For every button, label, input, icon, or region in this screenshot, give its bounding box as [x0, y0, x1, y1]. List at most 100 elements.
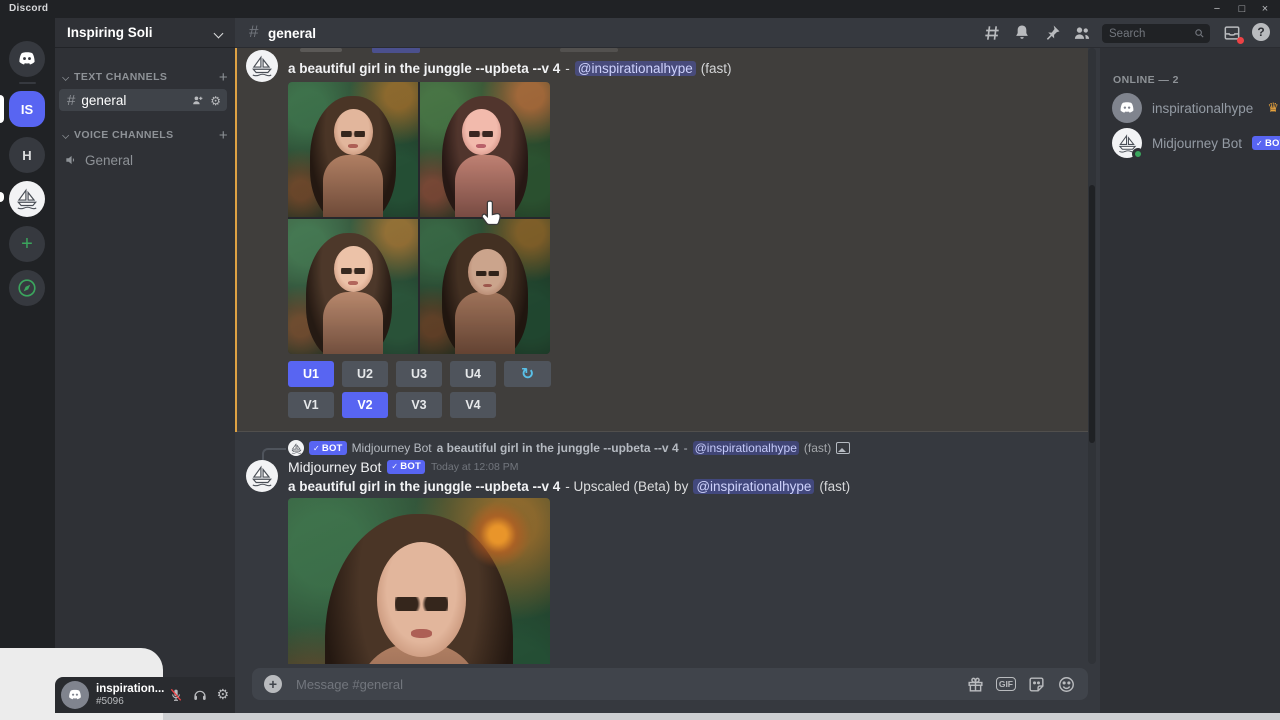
- reroll-button[interactable]: [504, 361, 551, 387]
- text-channels-section[interactable]: TEXT CHANNELS: [62, 70, 228, 84]
- discord-logo-icon: [65, 685, 85, 705]
- prompt-text: a beautiful girl in the junggle --upbeta…: [288, 61, 560, 76]
- grid-image-quadrant-2[interactable]: [420, 82, 550, 217]
- member-name: Midjourney Bot: [1152, 136, 1242, 151]
- window-minimize-button[interactable]: [1206, 0, 1228, 18]
- avatar[interactable]: [246, 50, 278, 82]
- discord-logo-icon: [14, 46, 40, 72]
- upscale-button-u2[interactable]: U2: [342, 361, 388, 387]
- variation-button-v3[interactable]: V3: [396, 392, 442, 418]
- sidebar-item-general[interactable]: general: [59, 89, 227, 111]
- fast-label: (fast): [819, 479, 850, 494]
- grid-image-quadrant-4[interactable]: [420, 219, 550, 354]
- explore-servers-button[interactable]: [9, 270, 45, 306]
- hash-icon: [67, 92, 75, 109]
- channel-header: general: [235, 18, 1280, 48]
- sailboat-icon: [249, 463, 275, 489]
- image-attachment-icon: [836, 442, 850, 454]
- emoji-icon[interactable]: [1057, 675, 1076, 694]
- server-icon-h[interactable]: H: [9, 137, 45, 173]
- attach-plus-icon[interactable]: [264, 675, 282, 693]
- reply-preview-text: a beautiful girl in the junggle --upbeta…: [437, 441, 679, 455]
- avatar[interactable]: [246, 460, 278, 492]
- sailboat-icon: [290, 442, 303, 455]
- user-panel[interactable]: inspiration... #5096: [55, 677, 235, 713]
- midjourney-grid-image[interactable]: [288, 82, 550, 354]
- variation-button-v2[interactable]: V2: [342, 392, 388, 418]
- notifications-bell-icon[interactable]: [1012, 23, 1032, 43]
- member-list-toggle-icon[interactable]: [1072, 23, 1092, 43]
- create-channel-button[interactable]: [219, 69, 228, 86]
- mention-pill[interactable]: @inspirationalhype: [693, 441, 799, 455]
- upscale-button-u4[interactable]: U4: [450, 361, 496, 387]
- threads-icon[interactable]: [982, 23, 1002, 43]
- grid-image-quadrant-1[interactable]: [288, 82, 418, 217]
- window-maximize-button[interactable]: [1231, 0, 1253, 18]
- avatar[interactable]: [61, 681, 89, 709]
- message-divider: [237, 431, 1088, 432]
- sticker-icon[interactable]: [1027, 675, 1046, 694]
- section-label: VOICE CHANNELS: [74, 129, 174, 141]
- search-input[interactable]: [1107, 27, 1194, 41]
- bot-badge: BOT: [309, 441, 347, 455]
- author-name[interactable]: Midjourney Bot: [288, 459, 381, 475]
- server-icon-inspiring-soli[interactable]: IS: [9, 91, 45, 127]
- voice-channels-section[interactable]: VOICE CHANNELS: [62, 128, 228, 142]
- upscale-button-u3[interactable]: U3: [396, 361, 442, 387]
- reply-reference[interactable]: BOT Midjourney Bot a beautiful girl in t…: [288, 440, 850, 456]
- add-server-button[interactable]: [9, 226, 45, 262]
- chevron-down-icon: [63, 132, 69, 138]
- member-midjourney-bot[interactable]: Midjourney Bot BOT: [1108, 125, 1272, 161]
- server-rail: IS H: [0, 18, 55, 720]
- selected-server-pill: [0, 95, 4, 123]
- variation-button-v4[interactable]: V4: [450, 392, 496, 418]
- help-icon[interactable]: [1252, 23, 1272, 43]
- separator-text: -: [684, 441, 688, 455]
- server-icon-midjourney[interactable]: [9, 181, 45, 217]
- upscale-button-u1[interactable]: U1: [288, 361, 334, 387]
- upscaled-image[interactable]: [288, 498, 550, 664]
- channel-title: general: [268, 26, 316, 41]
- server-header[interactable]: Inspiring Soli: [55, 18, 235, 48]
- server-name: Inspiring Soli: [67, 25, 153, 40]
- reply-author: Midjourney Bot: [352, 441, 432, 455]
- create-channel-button[interactable]: [219, 127, 228, 144]
- member-name: inspirationalhype: [1152, 101, 1253, 116]
- grid-image-quadrant-3[interactable]: [288, 219, 418, 354]
- invite-people-icon[interactable]: [191, 94, 204, 107]
- sidebar-item-voice-general[interactable]: General: [62, 150, 222, 170]
- avatar: [1112, 93, 1142, 123]
- gif-picker-icon[interactable]: GIF: [996, 677, 1016, 692]
- discord-logo-icon: [1116, 97, 1138, 119]
- clipped-message-fragment: [560, 48, 618, 52]
- timestamp: Today at 12:08 PM: [431, 461, 519, 473]
- prompt-text: a beautiful girl in the junggle --upbeta…: [288, 479, 560, 494]
- fast-label: (fast): [701, 61, 732, 76]
- pinned-messages-icon[interactable]: [1042, 23, 1062, 43]
- window-close-button[interactable]: [1254, 0, 1276, 18]
- home-button[interactable]: [9, 41, 45, 77]
- mention-pill[interactable]: @inspirationalhype: [693, 479, 814, 494]
- message-input-bar: GIF: [235, 664, 1100, 713]
- inbox-badge: [1237, 37, 1244, 44]
- microphone-muted-icon[interactable]: [168, 687, 184, 703]
- window-titlebar: Discord: [0, 0, 1280, 18]
- user-settings-gear-icon[interactable]: [216, 686, 229, 704]
- variation-button-v1[interactable]: V1: [288, 392, 334, 418]
- message-input-box[interactable]: GIF: [252, 668, 1088, 700]
- message-input[interactable]: [294, 676, 954, 693]
- mention-pill[interactable]: @inspirationalhype: [575, 61, 696, 76]
- channel-settings-gear-icon[interactable]: [210, 93, 221, 108]
- headphones-icon[interactable]: [192, 687, 208, 703]
- chat-scrollbar-thumb[interactable]: [1089, 185, 1095, 443]
- unread-server-pill: [0, 192, 4, 202]
- search-box[interactable]: [1102, 24, 1210, 43]
- member-inspirationalhype[interactable]: inspirationalhype: [1108, 90, 1272, 126]
- message-author-row: Midjourney Bot BOT Today at 12:08 PM: [288, 458, 519, 475]
- separator-text: -: [565, 61, 570, 76]
- clipped-message-fragment: [300, 48, 342, 52]
- sailboat-icon: [249, 53, 275, 79]
- gift-icon[interactable]: [966, 675, 985, 694]
- inbox-icon[interactable]: [1222, 23, 1242, 43]
- current-username: inspiration...: [96, 683, 161, 696]
